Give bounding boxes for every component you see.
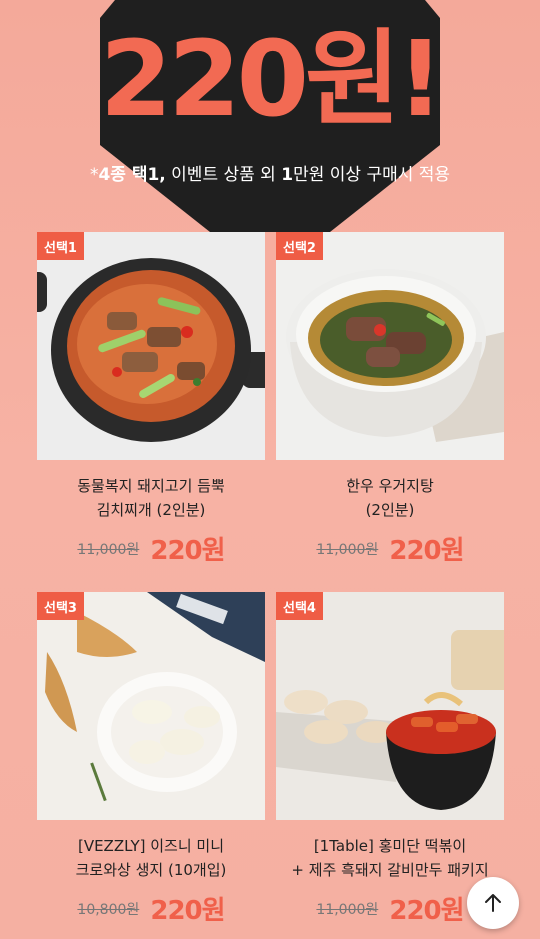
original-price: 11,000원 — [316, 901, 379, 918]
croissant-image — [37, 592, 265, 820]
original-price: 10,800원 — [77, 901, 140, 918]
beef-soup-image — [276, 232, 504, 460]
kimchi-stew-image — [37, 232, 265, 460]
product-card[interactable]: 선택2 한우 우거지탕 (2인분) 11,000원 220원 — [276, 232, 504, 567]
product-title[interactable]: 동물복지 돼지고기 듬뿍 김치찌개 (2인분) — [37, 474, 265, 522]
product-image[interactable]: 선택3 — [37, 592, 265, 820]
product-title[interactable]: [VEZZLY] 이즈니 미니 크로와상 생지 (10개입) — [37, 834, 265, 882]
price-row: 11,000원 220원 — [37, 530, 265, 567]
product-card[interactable]: 선택4 [1Table] 홍미단 떡볶이 + 제주 흑돼지 갈비만두 패키지 1… — [276, 592, 504, 927]
product-title[interactable]: 한우 우거지탕 (2인분) — [276, 474, 504, 522]
sale-price: 220원 — [389, 536, 464, 566]
choice-badge: 선택3 — [37, 592, 84, 620]
product-image[interactable]: 선택1 — [37, 232, 265, 460]
choice-badge: 선택1 — [37, 232, 84, 260]
product-image[interactable]: 선택4 — [276, 592, 504, 820]
original-price: 11,000원 — [316, 541, 379, 558]
arrow-up-icon — [485, 894, 501, 912]
price-row: 10,800원 220원 — [37, 890, 265, 927]
product-image[interactable]: 선택2 — [276, 232, 504, 460]
product-card[interactable]: 선택1 동물복지 돼지고기 듬뿍 김치찌개 (2인분) 11,000원 220원 — [37, 232, 265, 567]
sale-price: 220원 — [150, 896, 225, 926]
product-card[interactable]: 선택3 [VEZZLY] 이즈니 미니 크로와상 생지 (10개입) 10,80… — [37, 592, 265, 927]
banner-headline: 220원! — [99, 18, 444, 140]
banner-note: *4종 택1, 이벤트 상품 외 1만원 이상 구매시 적용 — [89, 165, 451, 185]
choice-badge: 선택4 — [276, 592, 323, 620]
price-row: 11,000원 220원 — [276, 530, 504, 567]
tteokbokki-image — [276, 592, 504, 820]
sale-price: 220원 — [389, 896, 464, 926]
sale-price: 220원 — [150, 536, 225, 566]
choice-badge: 선택2 — [276, 232, 323, 260]
original-price: 11,000원 — [77, 541, 140, 558]
scroll-top-button[interactable] — [467, 877, 519, 929]
product-title[interactable]: [1Table] 홍미단 떡볶이 + 제주 흑돼지 갈비만두 패키지 — [276, 834, 504, 882]
